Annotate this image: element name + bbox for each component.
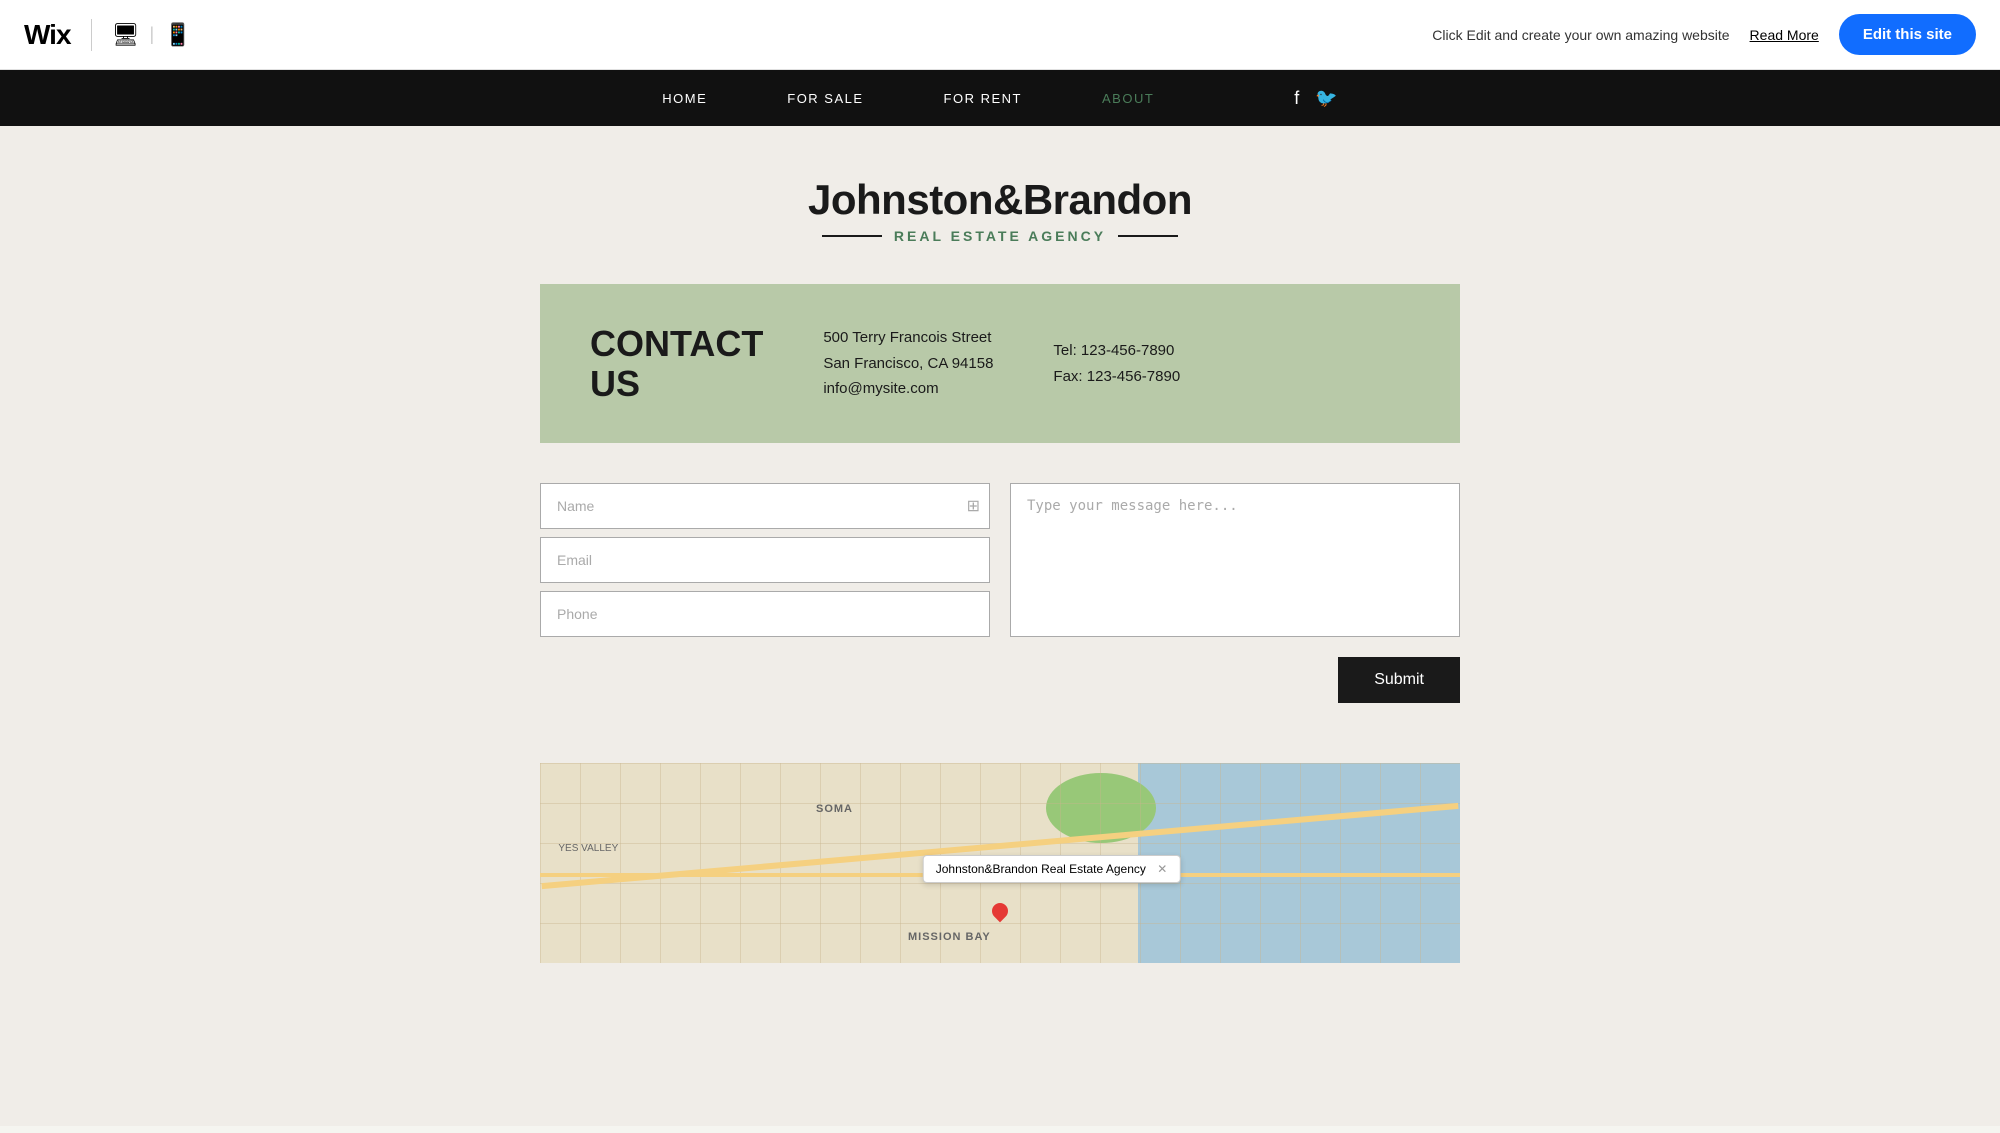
form-right — [1010, 483, 1460, 637]
map-bg: SOMA MISSION BAY YES VALLEY Johnston&Bra… — [540, 763, 1460, 963]
mobile-icon[interactable]: 📱 — [164, 22, 191, 48]
name-input-row: ⊞ — [540, 483, 990, 529]
name-input[interactable] — [540, 483, 990, 529]
facebook-icon[interactable]: f — [1294, 88, 1299, 109]
map-pin — [990, 903, 1010, 923]
map-label-soma: SOMA — [816, 803, 853, 815]
brand-name: Johnston&Brandon — [20, 176, 1980, 224]
top-bar-left: Wix 🖥 | 📱 — [24, 19, 192, 51]
nav-home[interactable]: HOME — [662, 91, 707, 106]
map-tooltip: Johnston&Brandon Real Estate Agency ✕ — [923, 855, 1181, 883]
device-icons: 🖥 | 📱 — [112, 22, 192, 48]
message-textarea[interactable] — [1010, 483, 1460, 637]
brand-line-left — [822, 235, 882, 237]
map-pin-circle — [989, 900, 1012, 923]
map-label-mission: MISSION BAY — [908, 931, 991, 943]
nav-for-sale[interactable]: FOR SALE — [787, 91, 863, 106]
contact-phone: Tel: 123-456-7890 Fax: 123-456-7890 — [1053, 338, 1180, 389]
submit-row: Submit — [540, 657, 1460, 723]
edit-site-button[interactable]: Edit this site — [1839, 14, 1976, 55]
nav-social: f 🐦 — [1294, 88, 1337, 109]
logo-area: Johnston&Brandon Real Estate Agency — [0, 126, 2000, 284]
submit-button[interactable]: Submit — [1338, 657, 1460, 703]
form-area: ⊞ — [540, 483, 1460, 657]
top-bar-right: Click Edit and create your own amazing w… — [1432, 14, 1976, 55]
brand-line-right — [1118, 235, 1178, 237]
read-more-link[interactable]: Read More — [1750, 27, 1819, 43]
contact-title: CONTACTUS — [590, 324, 763, 403]
divider — [91, 19, 92, 51]
desktop-icon[interactable]: 🖥 — [112, 22, 140, 48]
map-tooltip-label: Johnston&Brandon Real Estate Agency — [936, 862, 1146, 876]
brand-subtitle-row: Real Estate Agency — [20, 228, 1980, 244]
nav-for-rent[interactable]: FOR RENT — [944, 91, 1022, 106]
email-input[interactable] — [540, 537, 990, 583]
map-area: SOMA MISSION BAY YES VALLEY Johnston&Bra… — [540, 763, 1460, 963]
map-placeholder: SOMA MISSION BAY YES VALLEY Johnston&Bra… — [540, 763, 1460, 963]
main-content: Johnston&Brandon Real Estate Agency CONT… — [0, 126, 2000, 1126]
map-tooltip-close[interactable]: ✕ — [1157, 862, 1167, 876]
wix-logo: Wix — [24, 19, 71, 51]
nav-bar: HOME FOR SALE FOR RENT ABOUT f 🐦 — [0, 70, 2000, 126]
top-bar-message: Click Edit and create your own amazing w… — [1432, 27, 1729, 43]
form-left: ⊞ — [540, 483, 990, 637]
top-bar: Wix 🖥 | 📱 Click Edit and create your own… — [0, 0, 2000, 70]
map-label-yes-valley: YES VALLEY — [558, 843, 618, 854]
twitter-icon[interactable]: 🐦 — [1315, 88, 1337, 109]
nav-about[interactable]: ABOUT — [1102, 91, 1154, 106]
device-divider: | — [149, 24, 154, 45]
input-icon: ⊞ — [967, 496, 980, 516]
contact-address: 500 Terry Francois Street San Francisco,… — [823, 325, 993, 402]
phone-input[interactable] — [540, 591, 990, 637]
brand-subtitle: Real Estate Agency — [894, 228, 1106, 244]
contact-block: CONTACTUS 500 Terry Francois Street San … — [540, 284, 1460, 443]
